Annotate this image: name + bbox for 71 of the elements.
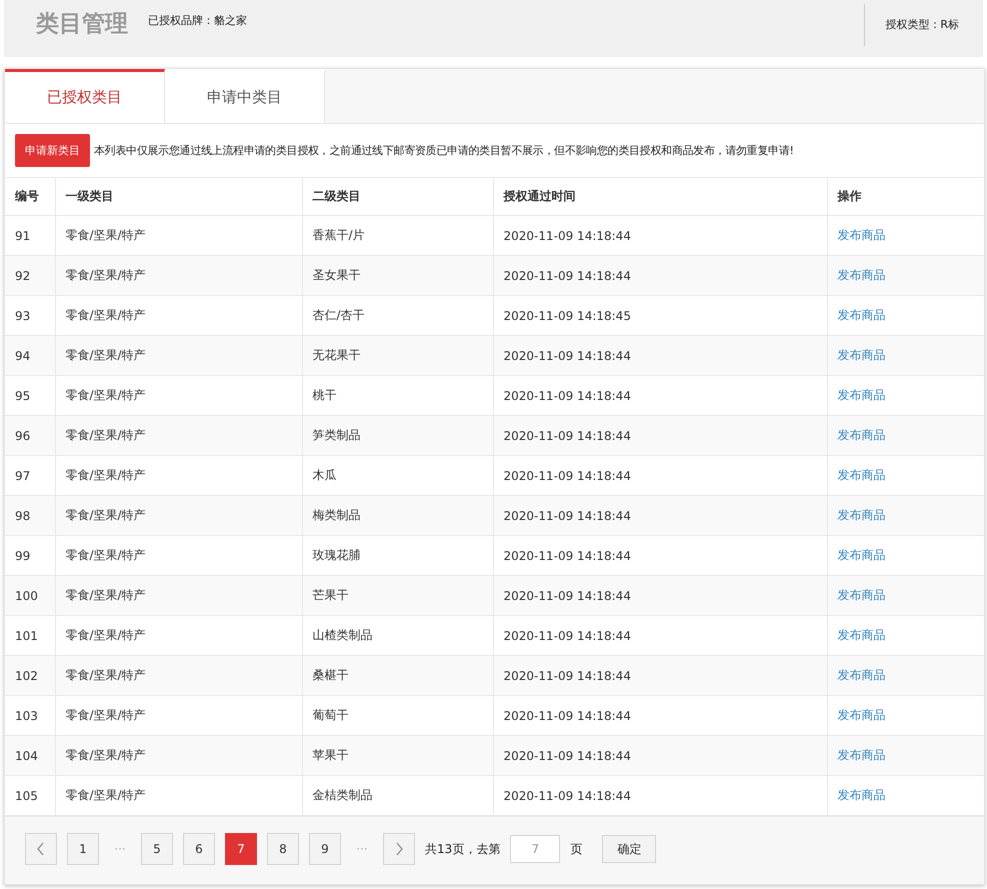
page-title: 类目管理	[36, 10, 128, 39]
publish-link[interactable]: 发布商品	[838, 468, 886, 482]
table-cell: 2020-11-09 14:18:44	[493, 416, 827, 456]
brand-label: 已授权品牌：貉之家	[148, 13, 247, 28]
table-cell: 梅类制品	[302, 496, 493, 536]
publish-link[interactable]: 发布商品	[838, 788, 886, 802]
apply-button[interactable]: 申请新类目	[15, 134, 90, 167]
page-suffix: 页	[570, 840, 582, 858]
ellipsis: ···	[113, 842, 127, 856]
page-button[interactable]: 6	[183, 833, 215, 865]
table-cell: 2020-11-09 14:18:44	[493, 576, 827, 616]
page-input[interactable]: 7	[510, 835, 560, 863]
publish-link[interactable]: 发布商品	[838, 748, 886, 762]
publish-link[interactable]: 发布商品	[838, 588, 886, 602]
confirm-button[interactable]: 确定	[602, 835, 656, 863]
page-button[interactable]: 5	[141, 833, 173, 865]
table-cell: 圣女果干	[302, 256, 493, 296]
table-cell: 94	[5, 336, 55, 376]
tab[interactable]: 已授权类目	[5, 69, 165, 123]
column-header: 编号	[5, 178, 55, 216]
table-cell: 芒果干	[302, 576, 493, 616]
tab[interactable]: 申请中类目	[165, 69, 325, 123]
page-button[interactable]: 9	[309, 833, 341, 865]
auth-type-label: 授权类型：R标	[864, 4, 983, 46]
table-cell: 2020-11-09 14:18:44	[493, 256, 827, 296]
publish-link[interactable]: 发布商品	[838, 308, 886, 322]
table-cell: 无花果干	[302, 336, 493, 376]
table-cell: 92	[5, 256, 55, 296]
table-cell: 笋类制品	[302, 416, 493, 456]
table-cell: 零食/坚果/特产	[55, 576, 302, 616]
publish-link[interactable]: 发布商品	[838, 268, 886, 282]
publish-link[interactable]: 发布商品	[838, 228, 886, 242]
chevron-right-icon	[394, 842, 404, 856]
publish-link[interactable]: 发布商品	[838, 628, 886, 642]
table-cell: 零食/坚果/特产	[55, 656, 302, 696]
table-cell: 2020-11-09 14:18:44	[493, 336, 827, 376]
table-cell: 2020-11-09 14:18:44	[493, 496, 827, 536]
publish-link[interactable]: 发布商品	[838, 508, 886, 522]
notice-text: 本列表中仅展示您通过线上流程申请的类目授权，之前通过线下邮寄资质已申请的类目暂不展示，但不影响您的类目授权和商品发布，请勿重复申请!	[94, 143, 794, 158]
table-cell: 零食/坚果/特产	[55, 736, 302, 776]
total-pages-text: 共13页，去第	[425, 840, 500, 858]
table-cell: 104	[5, 736, 55, 776]
page-button[interactable]: 1	[67, 833, 99, 865]
table-cell: 98	[5, 496, 55, 536]
table-cell: 102	[5, 656, 55, 696]
publish-link[interactable]: 发布商品	[838, 388, 886, 402]
column-header: 二级类目	[302, 178, 493, 216]
column-header: 操作	[827, 178, 984, 216]
table-cell: 零食/坚果/特产	[55, 336, 302, 376]
ellipsis: ···	[355, 842, 369, 856]
page-button[interactable]: 7	[225, 833, 257, 865]
column-header: 授权通过时间	[493, 178, 827, 216]
table-cell: 96	[5, 416, 55, 456]
page-button[interactable]: 8	[267, 833, 299, 865]
table-cell: 桑椹干	[302, 656, 493, 696]
table-cell: 2020-11-09 14:18:44	[493, 736, 827, 776]
publish-link[interactable]: 发布商品	[838, 708, 886, 722]
table-cell: 苹果干	[302, 736, 493, 776]
table-cell: 100	[5, 576, 55, 616]
table-cell: 2020-11-09 14:18:44	[493, 656, 827, 696]
chevron-left-icon	[36, 842, 46, 856]
table-cell: 零食/坚果/特产	[55, 256, 302, 296]
publish-link[interactable]: 发布商品	[838, 548, 886, 562]
next-page-button[interactable]	[383, 833, 415, 865]
table-cell: 零食/坚果/特产	[55, 496, 302, 536]
table-cell: 零食/坚果/特产	[55, 416, 302, 456]
column-header: 一级类目	[55, 178, 302, 216]
previous-page-button[interactable]	[25, 833, 57, 865]
publish-link[interactable]: 发布商品	[838, 668, 886, 682]
publish-link[interactable]: 发布商品	[838, 428, 886, 442]
publish-link[interactable]: 发布商品	[838, 348, 886, 362]
